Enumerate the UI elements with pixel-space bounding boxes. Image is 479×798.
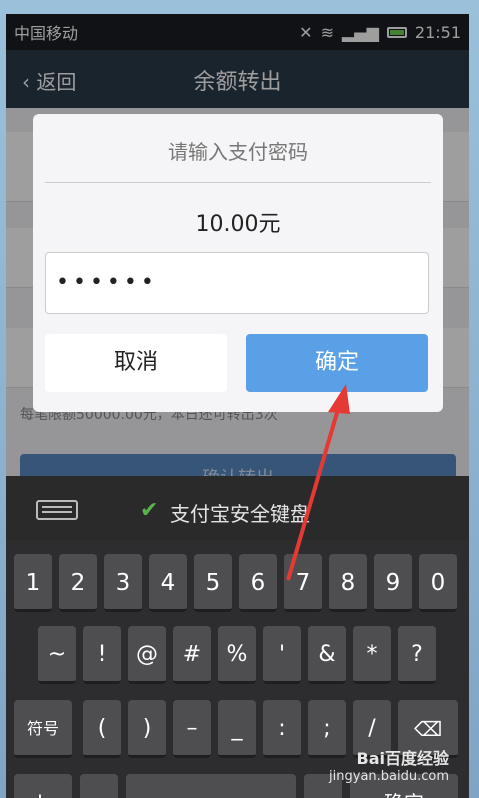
amount-value: 10.00元 [195, 212, 281, 237]
key-5[interactable]: 5 [194, 554, 232, 612]
key-abc[interactable]: abc [14, 774, 72, 798]
key-3[interactable]: 3 [104, 554, 142, 612]
key-left-paren[interactable]: ( [83, 700, 121, 758]
key-right-paren[interactable]: ) [128, 700, 166, 758]
password-field[interactable]: •••••• [45, 252, 429, 314]
key-question[interactable]: ? [398, 626, 436, 684]
key-exclamation[interactable]: ! [83, 626, 121, 684]
shield-check-icon: ✔ [140, 498, 159, 523]
key-7[interactable]: 7 [284, 554, 322, 612]
password-dialog: 请输入支付密码 10.00元 •••••• 取消 确定 [33, 114, 443, 412]
dialog-title: 请输入支付密码 [168, 140, 308, 164]
key-4[interactable]: 4 [149, 554, 187, 612]
key-percent[interactable]: % [218, 626, 256, 684]
cancel-button[interactable]: 取消 [45, 334, 227, 392]
keyboard-icon[interactable] [36, 500, 78, 520]
key-dash[interactable]: – [173, 700, 211, 758]
baidu-jingyan-watermark: Bai百度经验 jingyan.baidu.com [329, 745, 449, 784]
watermark-url: jingyan.baidu.com [329, 769, 449, 784]
key-1[interactable]: 1 [14, 554, 52, 612]
key-symbols[interactable]: 符号 [14, 700, 72, 758]
key-2[interactable]: 2 [59, 554, 97, 612]
key-hash[interactable]: # [173, 626, 211, 684]
dialog-divider [45, 182, 431, 183]
keyboard-title: 支付宝安全键盘 [170, 502, 310, 526]
key-at[interactable]: @ [128, 626, 166, 684]
key-tilde[interactable]: ~ [38, 626, 76, 684]
secure-keyboard: ✔ 支付宝安全键盘 1 2 3 4 5 6 7 8 9 0 ~ ! @ # % … [6, 476, 469, 798]
key-blank-1[interactable] [80, 774, 118, 798]
confirm-button[interactable]: 确定 [246, 334, 428, 392]
key-9[interactable]: 9 [374, 554, 412, 612]
watermark-brand: Bai百度经验 [356, 749, 449, 768]
phone-screen: 中国移动 ✕ ≋ ▂▄▆ 21:51 ‹ 返回 余额转出 每笔限额50000.0… [6, 14, 469, 798]
space-key[interactable] [126, 774, 296, 798]
backspace-icon: ⌫ [413, 717, 443, 741]
key-0[interactable]: 0 [419, 554, 457, 612]
key-apostrophe[interactable]: ' [263, 626, 301, 684]
key-asterisk[interactable]: * [353, 626, 391, 684]
key-6[interactable]: 6 [239, 554, 277, 612]
key-underscore[interactable]: _ [218, 700, 256, 758]
key-8[interactable]: 8 [329, 554, 367, 612]
keyboard-header: ✔ 支付宝安全键盘 [6, 476, 469, 540]
key-ampersand[interactable]: & [308, 626, 346, 684]
key-colon[interactable]: : [263, 700, 301, 758]
